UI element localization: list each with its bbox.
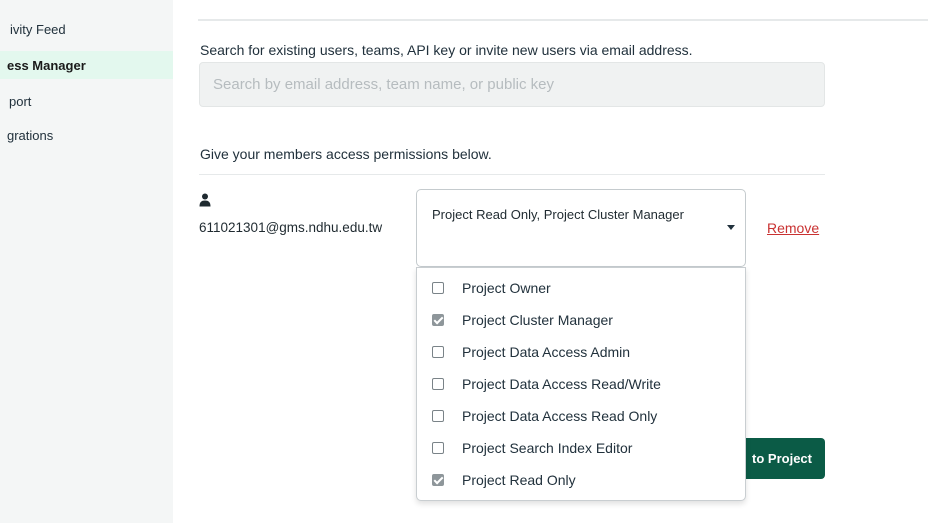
sidebar: ivity Feed ess Manager port grations <box>0 0 173 523</box>
role-select-value: Project Read Only, Project Cluster Manag… <box>432 207 684 222</box>
role-option-label: Project Data Access Read/Write <box>462 376 661 392</box>
role-option-project-data-access-read-only[interactable]: Project Data Access Read Only <box>417 400 745 432</box>
sidebar-item-label: ess Manager <box>7 57 86 73</box>
role-option-label: Project Read Only <box>462 472 576 488</box>
checkbox-checked-icon[interactable] <box>432 474 444 486</box>
role-option-label: Project Data Access Admin <box>462 344 631 360</box>
role-option-project-read-only[interactable]: Project Read Only <box>417 464 745 496</box>
sidebar-item-label: port <box>9 93 32 109</box>
sidebar-item-label: grations <box>7 127 54 143</box>
user-icon <box>199 193 211 207</box>
role-option-label: Project Owner <box>462 280 551 296</box>
checkbox-checked-icon[interactable] <box>432 314 444 326</box>
member-email: 611021301@gms.ndhu.edu.tw <box>199 220 383 235</box>
role-option-project-cluster-manager[interactable]: Project Cluster Manager <box>417 304 745 336</box>
role-select[interactable]: Project Read Only, Project Cluster Manag… <box>416 189 746 267</box>
search-instruction: Search for existing users, teams, API ke… <box>200 42 693 58</box>
member-search-input[interactable] <box>199 62 825 107</box>
sidebar-item-label: ivity Feed <box>10 21 66 37</box>
role-option-label: Project Data Access Read Only <box>462 408 658 424</box>
role-option-project-owner[interactable]: Project Owner <box>417 272 745 304</box>
role-option-project-search-index-editor[interactable]: Project Search Index Editor <box>417 432 745 464</box>
sidebar-item-support[interactable]: port <box>0 87 173 115</box>
section-divider-top <box>198 19 928 21</box>
role-dropdown-menu: Project Owner Project Cluster Manager Pr… <box>416 267 746 501</box>
checkbox-icon[interactable] <box>432 442 444 454</box>
permissions-instruction: Give your members access permissions bel… <box>200 146 492 162</box>
checkbox-icon[interactable] <box>432 378 444 390</box>
checkbox-icon[interactable] <box>432 346 444 358</box>
remove-member-link[interactable]: Remove <box>767 220 819 236</box>
checkbox-icon[interactable] <box>432 282 444 294</box>
role-option-project-data-access-read-write[interactable]: Project Data Access Read/Write <box>417 368 745 400</box>
sidebar-item-integrations[interactable]: grations <box>0 121 173 149</box>
role-option-project-data-access-admin[interactable]: Project Data Access Admin <box>417 336 745 368</box>
sidebar-item-activity-feed[interactable]: ivity Feed <box>0 15 173 43</box>
role-option-label: Project Search Index Editor <box>462 440 633 456</box>
checkbox-icon[interactable] <box>432 410 444 422</box>
sidebar-item-access-manager[interactable]: ess Manager <box>0 51 173 79</box>
section-divider <box>199 174 825 175</box>
caret-down-icon <box>727 225 735 230</box>
role-option-label: Project Cluster Manager <box>462 312 613 328</box>
